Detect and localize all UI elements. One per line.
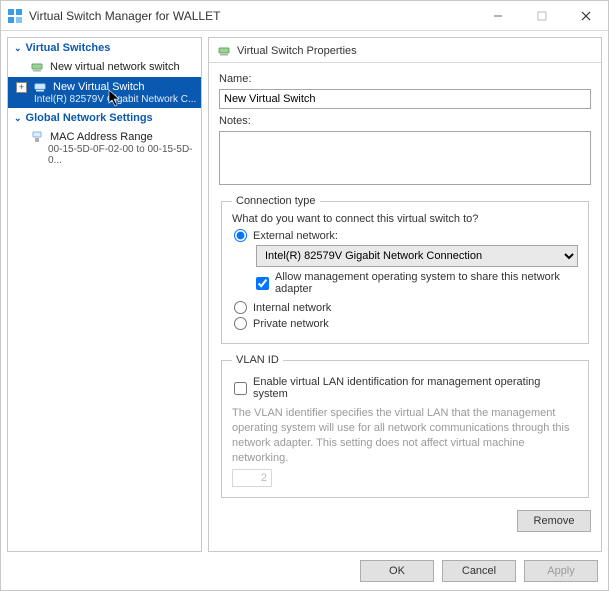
apply-button[interactable]: Apply [524, 560, 598, 582]
tree-item-sub: Intel(R) 82579V Gigabit Network C... [16, 94, 197, 108]
vlan-enable-checkbox[interactable]: Enable virtual LAN identification for ma… [234, 376, 578, 400]
notes-label: Notes: [219, 115, 591, 127]
vlan-enable-label: Enable virtual LAN identification for ma… [253, 376, 578, 400]
allow-mgmt-checkbox[interactable]: Allow management operating system to sha… [256, 271, 578, 295]
chevron-icon: ⌄ [14, 43, 22, 54]
vlan-legend: VLAN ID [232, 354, 283, 366]
vlan-id-input [232, 469, 272, 487]
connection-type-legend: Connection type [232, 195, 320, 207]
tree-item-label: MAC Address Range [50, 131, 153, 143]
name-input[interactable] [219, 89, 591, 109]
tree-pane: ⌄ Virtual Switches New virtual network s… [7, 37, 202, 552]
properties-pane: Virtual Switch Properties Name: Notes: C… [208, 37, 602, 552]
allow-mgmt-input[interactable] [256, 277, 269, 290]
internal-network-radio[interactable]: Internal network [234, 301, 578, 314]
switch-icon [30, 60, 44, 74]
window-buttons [476, 1, 608, 30]
close-button[interactable] [564, 1, 608, 30]
private-radio-input[interactable] [234, 317, 247, 330]
properties-header: Virtual Switch Properties [209, 38, 601, 63]
tree-item-sub: 00-15-5D-0F-02-00 to 00-15-5D-0... [30, 144, 197, 169]
window-title: Virtual Switch Manager for WALLET [29, 9, 476, 23]
mac-icon [30, 130, 44, 144]
notes-input[interactable] [219, 131, 591, 185]
tree-item-label: New virtual network switch [50, 61, 180, 73]
tree-item-selected-switch[interactable]: + New Virtual Switch Intel(R) 82579V Gig… [8, 77, 201, 108]
tree-item-label: New Virtual Switch [53, 81, 145, 93]
properties-body: Name: Notes: Connection type What do you… [209, 63, 601, 504]
connection-type-group: Connection type What do you want to conn… [221, 195, 589, 344]
properties-title: Virtual Switch Properties [237, 45, 357, 57]
external-network-radio[interactable]: External network: [234, 229, 578, 242]
adapter-select[interactable]: Intel(R) 82579V Gigabit Network Connecti… [256, 245, 578, 267]
allow-mgmt-label: Allow management operating system to sha… [275, 271, 578, 295]
content-area: ⌄ Virtual Switches New virtual network s… [1, 31, 608, 552]
switch-icon [217, 44, 231, 58]
tree-section-virtual-switches[interactable]: ⌄ Virtual Switches [8, 38, 201, 57]
section-label: Global Network Settings [26, 112, 153, 124]
maximize-button[interactable] [520, 1, 564, 30]
tree-section-global-settings[interactable]: ⌄ Global Network Settings [8, 108, 201, 127]
dialog-footer: OK Cancel Apply [1, 552, 608, 590]
titlebar: Virtual Switch Manager for WALLET [1, 1, 608, 31]
remove-button[interactable]: Remove [517, 510, 591, 532]
minimize-button[interactable] [476, 1, 520, 30]
vlan-help-text: The VLAN identifier specifies the virtua… [232, 406, 578, 465]
connection-hint: What do you want to connect this virtual… [232, 213, 578, 225]
vlan-enable-input[interactable] [234, 382, 247, 395]
private-network-radio[interactable]: Private network [234, 317, 578, 330]
expand-icon[interactable]: + [16, 82, 27, 93]
external-label: External network: [253, 230, 338, 242]
chevron-icon: ⌄ [14, 113, 22, 124]
vlan-group: VLAN ID Enable virtual LAN identificatio… [221, 354, 589, 498]
tree-item-mac-range[interactable]: MAC Address Range 00-15-5D-0F-02-00 to 0… [8, 127, 201, 172]
ok-button[interactable]: OK [360, 560, 434, 582]
internal-label: Internal network [253, 302, 331, 314]
app-icon [7, 8, 23, 24]
cursor-icon [108, 89, 122, 107]
private-label: Private network [253, 318, 329, 330]
switch-icon [33, 80, 47, 94]
external-radio-input[interactable] [234, 229, 247, 242]
window: Virtual Switch Manager for WALLET ⌄ Virt… [0, 0, 609, 591]
cancel-button[interactable]: Cancel [442, 560, 516, 582]
internal-radio-input[interactable] [234, 301, 247, 314]
section-label: Virtual Switches [26, 42, 111, 54]
name-label: Name: [219, 73, 591, 85]
remove-row: Remove [209, 504, 601, 532]
tree-item-new-virtual-switch[interactable]: New virtual network switch [8, 57, 201, 77]
